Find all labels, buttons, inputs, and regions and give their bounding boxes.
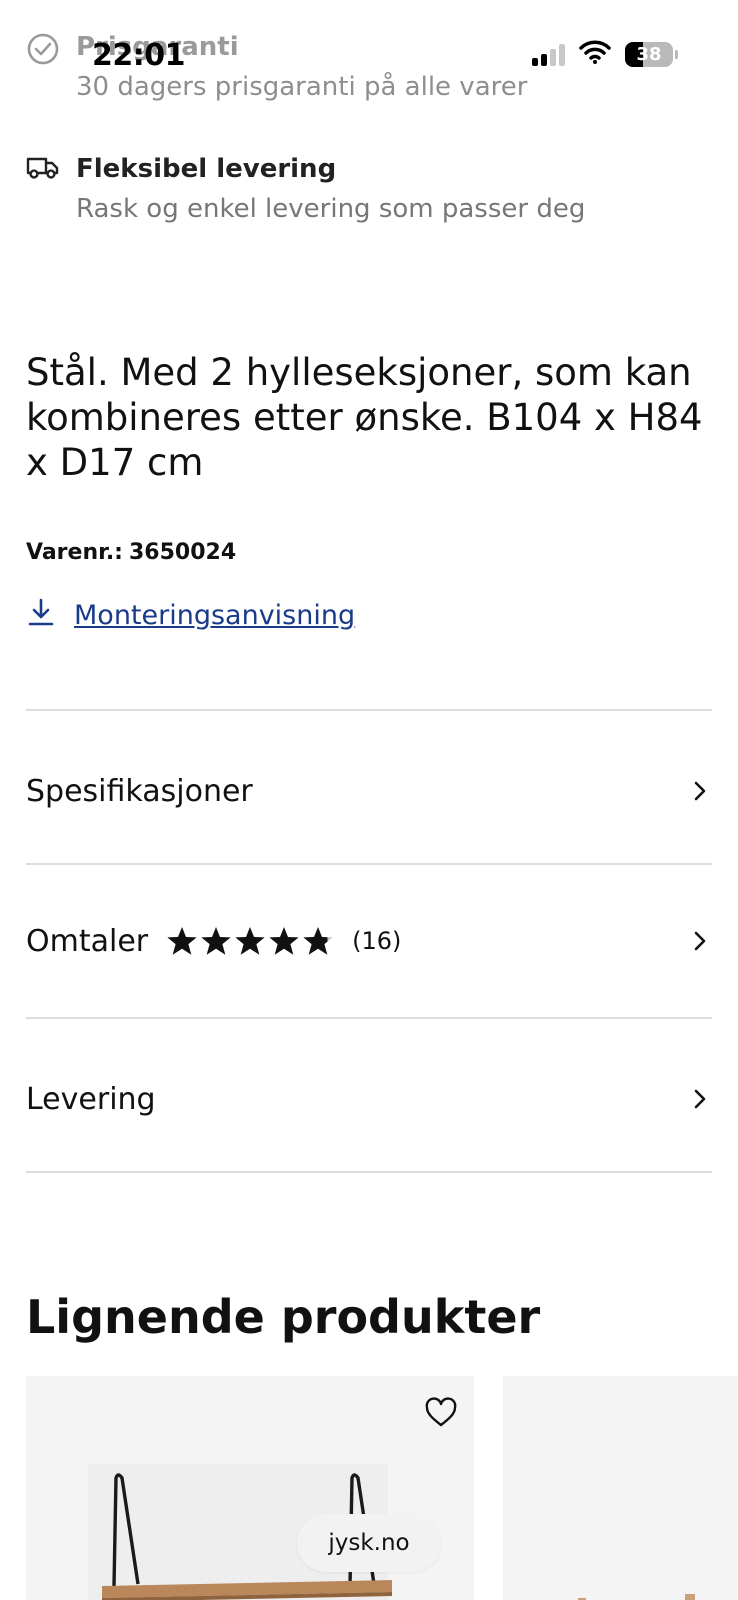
sku: Varenr.: 3650024 [26,540,236,565]
rating-stars [166,925,334,957]
star-icon [201,927,231,955]
check-circle-icon [26,32,76,102]
divider [26,1171,712,1173]
feature-desc: 30 dagers prisgaranti på alle varer [76,72,528,102]
star-icon [167,927,197,955]
cellular-signal-icon [532,42,565,66]
star-half-icon [303,927,333,955]
assembly-instructions-link[interactable]: Monteringsanvisning [26,596,355,635]
divider [26,1017,712,1019]
chevron-right-icon [688,929,712,953]
similar-products-title: Lignende produkter [26,1290,541,1344]
accordion-specifications[interactable]: Spesifikasjoner [26,756,712,826]
chevron-right-icon [688,1087,712,1111]
feature-flexible-delivery: Fleksibel levering Rask og enkel leverin… [26,154,585,224]
download-icon [26,596,56,635]
divider [26,709,712,711]
accordion-reviews[interactable]: Omtaler (16) [26,906,712,976]
divider [26,863,712,865]
battery-level: 38 [636,43,662,65]
assembly-instructions-label: Monteringsanvisning [74,600,356,631]
accordion-label: Spesifikasjoner [26,773,253,809]
status-time: 22:01 [92,38,186,73]
product-card[interactable] [503,1376,738,1600]
product-description: Stål. Med 2 hylleseksjoner, som kan komb… [26,351,703,484]
chevron-right-icon [688,779,712,803]
feature-desc: Rask og enkel levering som passer deg [76,194,586,224]
sku-number: 3650024 [128,540,237,565]
truck-icon [26,154,76,224]
sku-label: Varenr.: [26,540,123,565]
accordion-label: Levering [26,1081,156,1117]
wifi-icon [579,40,611,68]
product-page: Prisgaranti 30 dagers prisgaranti på all… [0,0,738,1600]
status-icons: 38 [532,40,678,68]
feature-title: Fleksibel levering [76,154,337,184]
url-text: jysk.no [328,1530,410,1556]
product-image [578,1594,695,1600]
browser-url-bar[interactable]: jysk.no [297,1514,441,1572]
star-icon [269,927,299,955]
battery-icon: 38 [625,41,673,67]
accordion-delivery[interactable]: Levering [26,1064,712,1134]
accordion-label: Omtaler [26,923,149,959]
star-icon [235,927,265,955]
review-count: (16) [352,927,402,955]
